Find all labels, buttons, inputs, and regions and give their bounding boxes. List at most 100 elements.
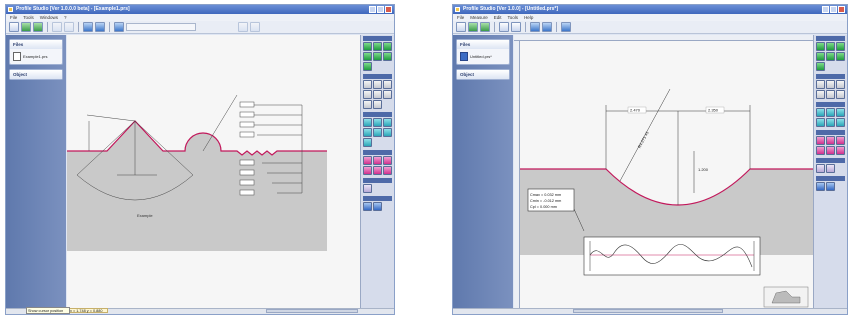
menu-windows[interactable]: Windows	[40, 14, 58, 21]
construct-button[interactable]	[363, 100, 372, 109]
drawing-canvas[interactable]: Example	[67, 35, 362, 310]
open-file-button[interactable]	[468, 22, 478, 32]
save-file-button[interactable]	[480, 22, 490, 32]
close-button[interactable]	[385, 6, 392, 13]
analysis-button[interactable]	[826, 136, 835, 145]
analysis-button[interactable]	[383, 156, 392, 165]
construct-button[interactable]	[373, 80, 382, 89]
menu-tools[interactable]: Tools	[23, 14, 34, 21]
construct-button[interactable]	[363, 80, 372, 89]
dimension-button[interactable]	[363, 138, 372, 147]
spline-tool-button[interactable]	[836, 52, 845, 61]
analysis-button[interactable]	[826, 146, 835, 155]
menu-measure[interactable]: Measure	[470, 14, 488, 21]
zoom-fit-button[interactable]	[83, 22, 93, 32]
dimension-button[interactable]	[826, 118, 835, 127]
construct-button[interactable]	[816, 90, 825, 99]
grid-button[interactable]	[95, 22, 105, 32]
construct-button[interactable]	[816, 80, 825, 89]
point-tool-button[interactable]	[363, 52, 372, 61]
horizontal-scrollbar[interactable]	[266, 309, 358, 313]
analysis-button[interactable]	[383, 166, 392, 175]
open-file-button[interactable]	[21, 22, 31, 32]
save-file-button[interactable]	[33, 22, 43, 32]
fit-tool-button[interactable]	[363, 62, 372, 71]
dimension-button[interactable]	[826, 108, 835, 117]
line-tool-button[interactable]	[816, 42, 825, 51]
circle-tool-button[interactable]	[836, 42, 845, 51]
minimize-button[interactable]	[369, 6, 376, 13]
view-button[interactable]	[826, 164, 835, 173]
measure-button[interactable]	[561, 22, 571, 32]
construct-button[interactable]	[383, 90, 392, 99]
dimension-button[interactable]	[816, 118, 825, 127]
cut-button[interactable]	[52, 22, 62, 32]
dimension-button[interactable]	[373, 118, 382, 127]
analysis-button[interactable]	[836, 136, 845, 145]
view-button[interactable]	[816, 164, 825, 173]
minimize-button[interactable]	[822, 6, 829, 13]
title-bar[interactable]: Profile Studio [Ver 1.0.0] - [Untitled.p…	[453, 5, 847, 14]
output-button[interactable]	[826, 182, 835, 191]
circle-tool-button[interactable]	[383, 42, 392, 51]
analysis-button[interactable]	[373, 156, 382, 165]
new-file-button[interactable]	[456, 22, 466, 32]
construct-button[interactable]	[373, 100, 382, 109]
arc-tool-button[interactable]	[373, 42, 382, 51]
maximize-button[interactable]	[830, 6, 837, 13]
point-tool-button[interactable]	[816, 52, 825, 61]
construct-button[interactable]	[373, 90, 382, 99]
dimension-button[interactable]	[836, 118, 845, 127]
drawing-canvas[interactable]: 2.470 2.350 1.200 R4.271 #1 Cmax = 0.032…	[520, 41, 815, 310]
dimension-button[interactable]	[816, 108, 825, 117]
dimension-button[interactable]	[373, 128, 382, 137]
copy-button[interactable]	[64, 22, 74, 32]
redo-button[interactable]	[250, 22, 260, 32]
construct-button[interactable]	[363, 90, 372, 99]
menu-file[interactable]: File	[457, 14, 464, 21]
close-button[interactable]	[838, 6, 845, 13]
line-tool-button[interactable]	[363, 42, 372, 51]
output-button[interactable]	[363, 202, 372, 211]
file-item[interactable]: Untitled.prs*	[457, 49, 509, 64]
maximize-button[interactable]	[377, 6, 384, 13]
analysis-button[interactable]	[816, 146, 825, 155]
dimension-button[interactable]	[363, 128, 372, 137]
title-bar[interactable]: Profile Studio [Ver 1.0.0.0 beta] - [Exa…	[6, 5, 394, 14]
analysis-button[interactable]	[363, 156, 372, 165]
measure-button[interactable]	[114, 22, 124, 32]
file-item[interactable]: Example1.prs	[10, 49, 62, 64]
polyline-tool-button[interactable]	[373, 52, 382, 61]
construct-button[interactable]	[836, 80, 845, 89]
spline-tool-button[interactable]	[383, 52, 392, 61]
analysis-button[interactable]	[373, 166, 382, 175]
arc-tool-button[interactable]	[826, 42, 835, 51]
construct-button[interactable]	[826, 80, 835, 89]
view-button[interactable]	[363, 184, 372, 193]
copy-button[interactable]	[511, 22, 521, 32]
dimension-button[interactable]	[363, 118, 372, 127]
polyline-tool-button[interactable]	[826, 52, 835, 61]
output-button[interactable]	[816, 182, 825, 191]
menu-edit[interactable]: Edit	[494, 14, 502, 21]
dimension-button[interactable]	[836, 108, 845, 117]
dimension-button[interactable]	[383, 128, 392, 137]
fit-tool-button[interactable]	[816, 62, 825, 71]
cut-button[interactable]	[499, 22, 509, 32]
construct-button[interactable]	[836, 90, 845, 99]
menu-help[interactable]: ?	[64, 14, 67, 21]
undo-button[interactable]	[238, 22, 248, 32]
analysis-button[interactable]	[816, 136, 825, 145]
horizontal-scrollbar[interactable]	[573, 309, 723, 313]
zoom-fit-button[interactable]	[530, 22, 540, 32]
layer-field[interactable]	[126, 23, 196, 31]
dimension-button[interactable]	[383, 118, 392, 127]
output-button[interactable]	[373, 202, 382, 211]
grid-button[interactable]	[542, 22, 552, 32]
menu-help[interactable]: Help	[524, 14, 533, 21]
new-file-button[interactable]	[9, 22, 19, 32]
analysis-button[interactable]	[363, 166, 372, 175]
analysis-button[interactable]	[836, 146, 845, 155]
construct-button[interactable]	[383, 80, 392, 89]
menu-tools[interactable]: Tools	[508, 14, 519, 21]
